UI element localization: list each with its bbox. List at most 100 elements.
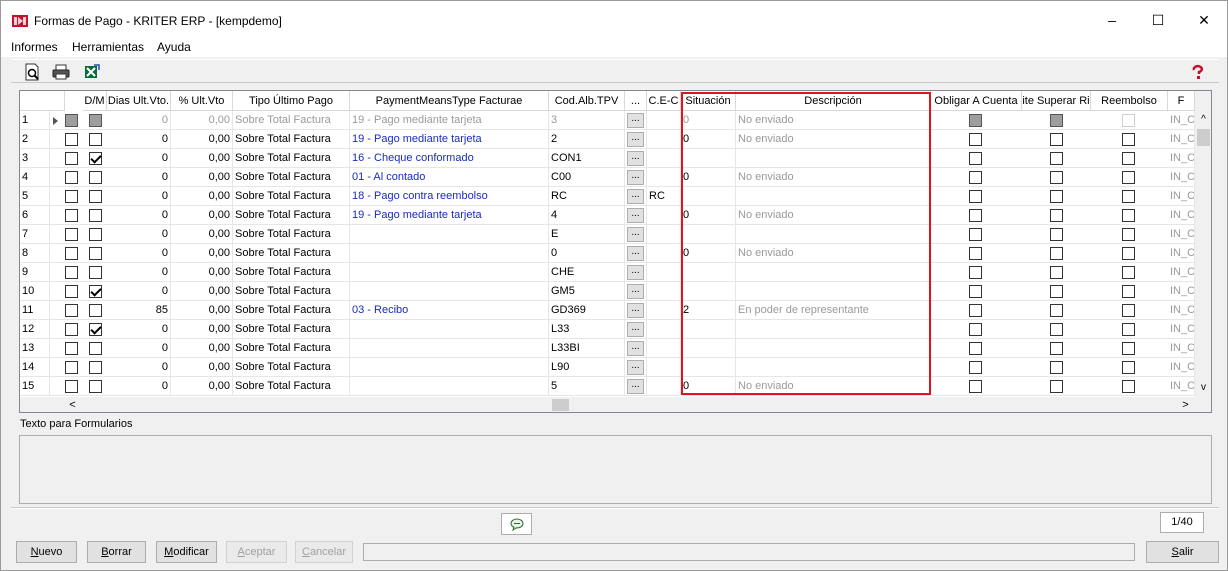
f-cell[interactable]: IN_C	[1168, 377, 1195, 396]
obligar-a-cuenta-checkbox[interactable]	[969, 380, 982, 393]
dm-checkbox[interactable]	[89, 133, 102, 146]
tipo-ultimo-pago-cell[interactable]: Sobre Total Factura	[233, 206, 350, 225]
dm-checkbox[interactable]	[89, 209, 102, 222]
lookup-button[interactable]: ...	[627, 189, 644, 204]
reembolso-checkbox[interactable]	[1122, 304, 1135, 317]
superar-riesgo-checkbox[interactable]	[1050, 323, 1063, 336]
row-select-checkbox[interactable]	[65, 380, 78, 393]
row-select-checkbox[interactable]	[65, 304, 78, 317]
cod-alb-tpv-cell[interactable]: E	[549, 225, 625, 244]
scroll-right-icon[interactable]: >	[1177, 397, 1194, 412]
lookup-button[interactable]: ...	[627, 379, 644, 394]
dias-ult-vto-cell[interactable]: 0	[107, 358, 171, 377]
dm-checkbox[interactable]	[89, 285, 102, 298]
tipo-ultimo-pago-cell[interactable]: Sobre Total Factura	[233, 339, 350, 358]
column-header-lookup[interactable]: ...	[625, 91, 647, 111]
dias-ult-vto-cell[interactable]: 0	[107, 320, 171, 339]
row-select-checkbox[interactable]	[65, 190, 78, 203]
cod-alb-tpv-cell[interactable]: 5	[549, 377, 625, 396]
cod-alb-tpv-cell[interactable]: 2	[549, 130, 625, 149]
maximize-button[interactable]: ☐	[1135, 1, 1181, 39]
dias-ult-vto-cell[interactable]: 85	[107, 301, 171, 320]
table-row[interactable]: 5 0 0,00 Sobre Total Factura 18 - Pago contr…	[20, 187, 1195, 206]
lookup-button[interactable]: ...	[627, 303, 644, 318]
horizontal-scroll-thumb[interactable]	[552, 399, 569, 411]
superar-riesgo-checkbox[interactable]	[1050, 361, 1063, 374]
pct-ult-vto-cell[interactable]: 0,00	[171, 225, 233, 244]
column-header-dm[interactable]: D/M	[83, 91, 107, 111]
superar-riesgo-checkbox[interactable]	[1050, 304, 1063, 317]
payment-means-type-cell[interactable]	[350, 225, 549, 244]
cod-alb-tpv-cell[interactable]: CHE	[549, 263, 625, 282]
reembolso-checkbox[interactable]	[1122, 380, 1135, 393]
printer-icon[interactable]	[52, 63, 70, 81]
cod-alb-tpv-cell[interactable]: L90	[549, 358, 625, 377]
column-header-pct-ult-vto[interactable]: % Ult.Vto	[171, 91, 233, 111]
row-select-checkbox[interactable]	[65, 342, 78, 355]
cec-cell[interactable]	[647, 244, 681, 263]
table-row[interactable]: 7 0 0,00 Sobre Total Factura E... IN_C	[20, 225, 1195, 244]
row-select-checkbox[interactable]	[65, 323, 78, 336]
dm-checkbox[interactable]	[89, 380, 102, 393]
reembolso-checkbox[interactable]	[1122, 209, 1135, 222]
lookup-button[interactable]: ...	[627, 341, 644, 356]
payment-means-type-cell[interactable]: 19 - Pago mediante tarjeta	[350, 206, 549, 225]
cec-cell[interactable]	[647, 168, 681, 187]
cec-cell[interactable]	[647, 111, 681, 130]
payment-means-type-cell[interactable]: 19 - Pago mediante tarjeta	[350, 130, 549, 149]
scroll-left-icon[interactable]: <	[64, 397, 81, 412]
cec-cell[interactable]	[647, 358, 681, 377]
cod-alb-tpv-cell[interactable]: L33	[549, 320, 625, 339]
payment-means-type-cell[interactable]: 01 - Al contado	[350, 168, 549, 187]
scroll-down-icon[interactable]: v	[1195, 379, 1211, 396]
cec-cell[interactable]	[647, 282, 681, 301]
obligar-a-cuenta-checkbox[interactable]	[969, 190, 982, 203]
cod-alb-tpv-cell[interactable]: 3	[549, 111, 625, 130]
row-select-checkbox[interactable]	[65, 152, 78, 165]
pct-ult-vto-cell[interactable]: 0,00	[171, 111, 233, 130]
payment-means-type-cell[interactable]	[350, 282, 549, 301]
dm-checkbox[interactable]	[89, 323, 102, 336]
vertical-scrollbar[interactable]: ^ v	[1195, 91, 1211, 397]
cec-cell[interactable]	[647, 263, 681, 282]
delete-button[interactable]: Borrar	[87, 541, 146, 563]
row-select-checkbox[interactable]	[65, 133, 78, 146]
dias-ult-vto-cell[interactable]: 0	[107, 168, 171, 187]
cec-cell[interactable]	[647, 320, 681, 339]
table-row[interactable]: 1 0 0,00 Sobre Total Factura 19 - Pago media…	[20, 111, 1195, 130]
superar-riesgo-checkbox[interactable]	[1050, 209, 1063, 222]
row-select-checkbox[interactable]	[65, 285, 78, 298]
column-header-cec[interactable]: C.E-C	[647, 91, 681, 111]
table-row[interactable]: 8 0 0,00 Sobre Total Factura 0... 0 No enviado…	[20, 244, 1195, 263]
cod-alb-tpv-cell[interactable]: 4	[549, 206, 625, 225]
exit-button[interactable]: Salir	[1146, 541, 1219, 563]
lookup-button[interactable]: ...	[627, 284, 644, 299]
table-row[interactable]: 13 0 0,00 Sobre Total Factura L33BI... IN_C	[20, 339, 1195, 358]
cod-alb-tpv-cell[interactable]: 0	[549, 244, 625, 263]
tipo-ultimo-pago-cell[interactable]: Sobre Total Factura	[233, 244, 350, 263]
print-preview-icon[interactable]	[23, 63, 41, 81]
payment-means-type-cell[interactable]: 18 - Pago contra reembolso	[350, 187, 549, 206]
column-header-f[interactable]: F	[1168, 91, 1195, 111]
reembolso-checkbox[interactable]	[1122, 228, 1135, 241]
menu-ayuda[interactable]: Ayuda	[157, 40, 191, 54]
superar-riesgo-checkbox[interactable]	[1050, 114, 1063, 127]
tipo-ultimo-pago-cell[interactable]: Sobre Total Factura	[233, 187, 350, 206]
cec-cell[interactable]	[647, 130, 681, 149]
new-button[interactable]: Nuevo	[16, 541, 77, 563]
row-select-checkbox[interactable]	[65, 361, 78, 374]
cod-alb-tpv-cell[interactable]: CON1	[549, 149, 625, 168]
lookup-button[interactable]: ...	[627, 151, 644, 166]
tipo-ultimo-pago-cell[interactable]: Sobre Total Factura	[233, 149, 350, 168]
row-select-checkbox[interactable]	[65, 247, 78, 260]
f-cell[interactable]: IN_C	[1168, 130, 1195, 149]
dias-ult-vto-cell[interactable]: 0	[107, 244, 171, 263]
f-cell[interactable]: IN_C	[1168, 206, 1195, 225]
cod-alb-tpv-cell[interactable]: L33BI	[549, 339, 625, 358]
menu-informes[interactable]: Informes	[11, 40, 58, 54]
table-row[interactable]: 14 0 0,00 Sobre Total Factura L90... IN_C	[20, 358, 1195, 377]
superar-riesgo-checkbox[interactable]	[1050, 342, 1063, 355]
pct-ult-vto-cell[interactable]: 0,00	[171, 206, 233, 225]
obligar-a-cuenta-checkbox[interactable]	[969, 114, 982, 127]
lookup-button[interactable]: ...	[627, 132, 644, 147]
